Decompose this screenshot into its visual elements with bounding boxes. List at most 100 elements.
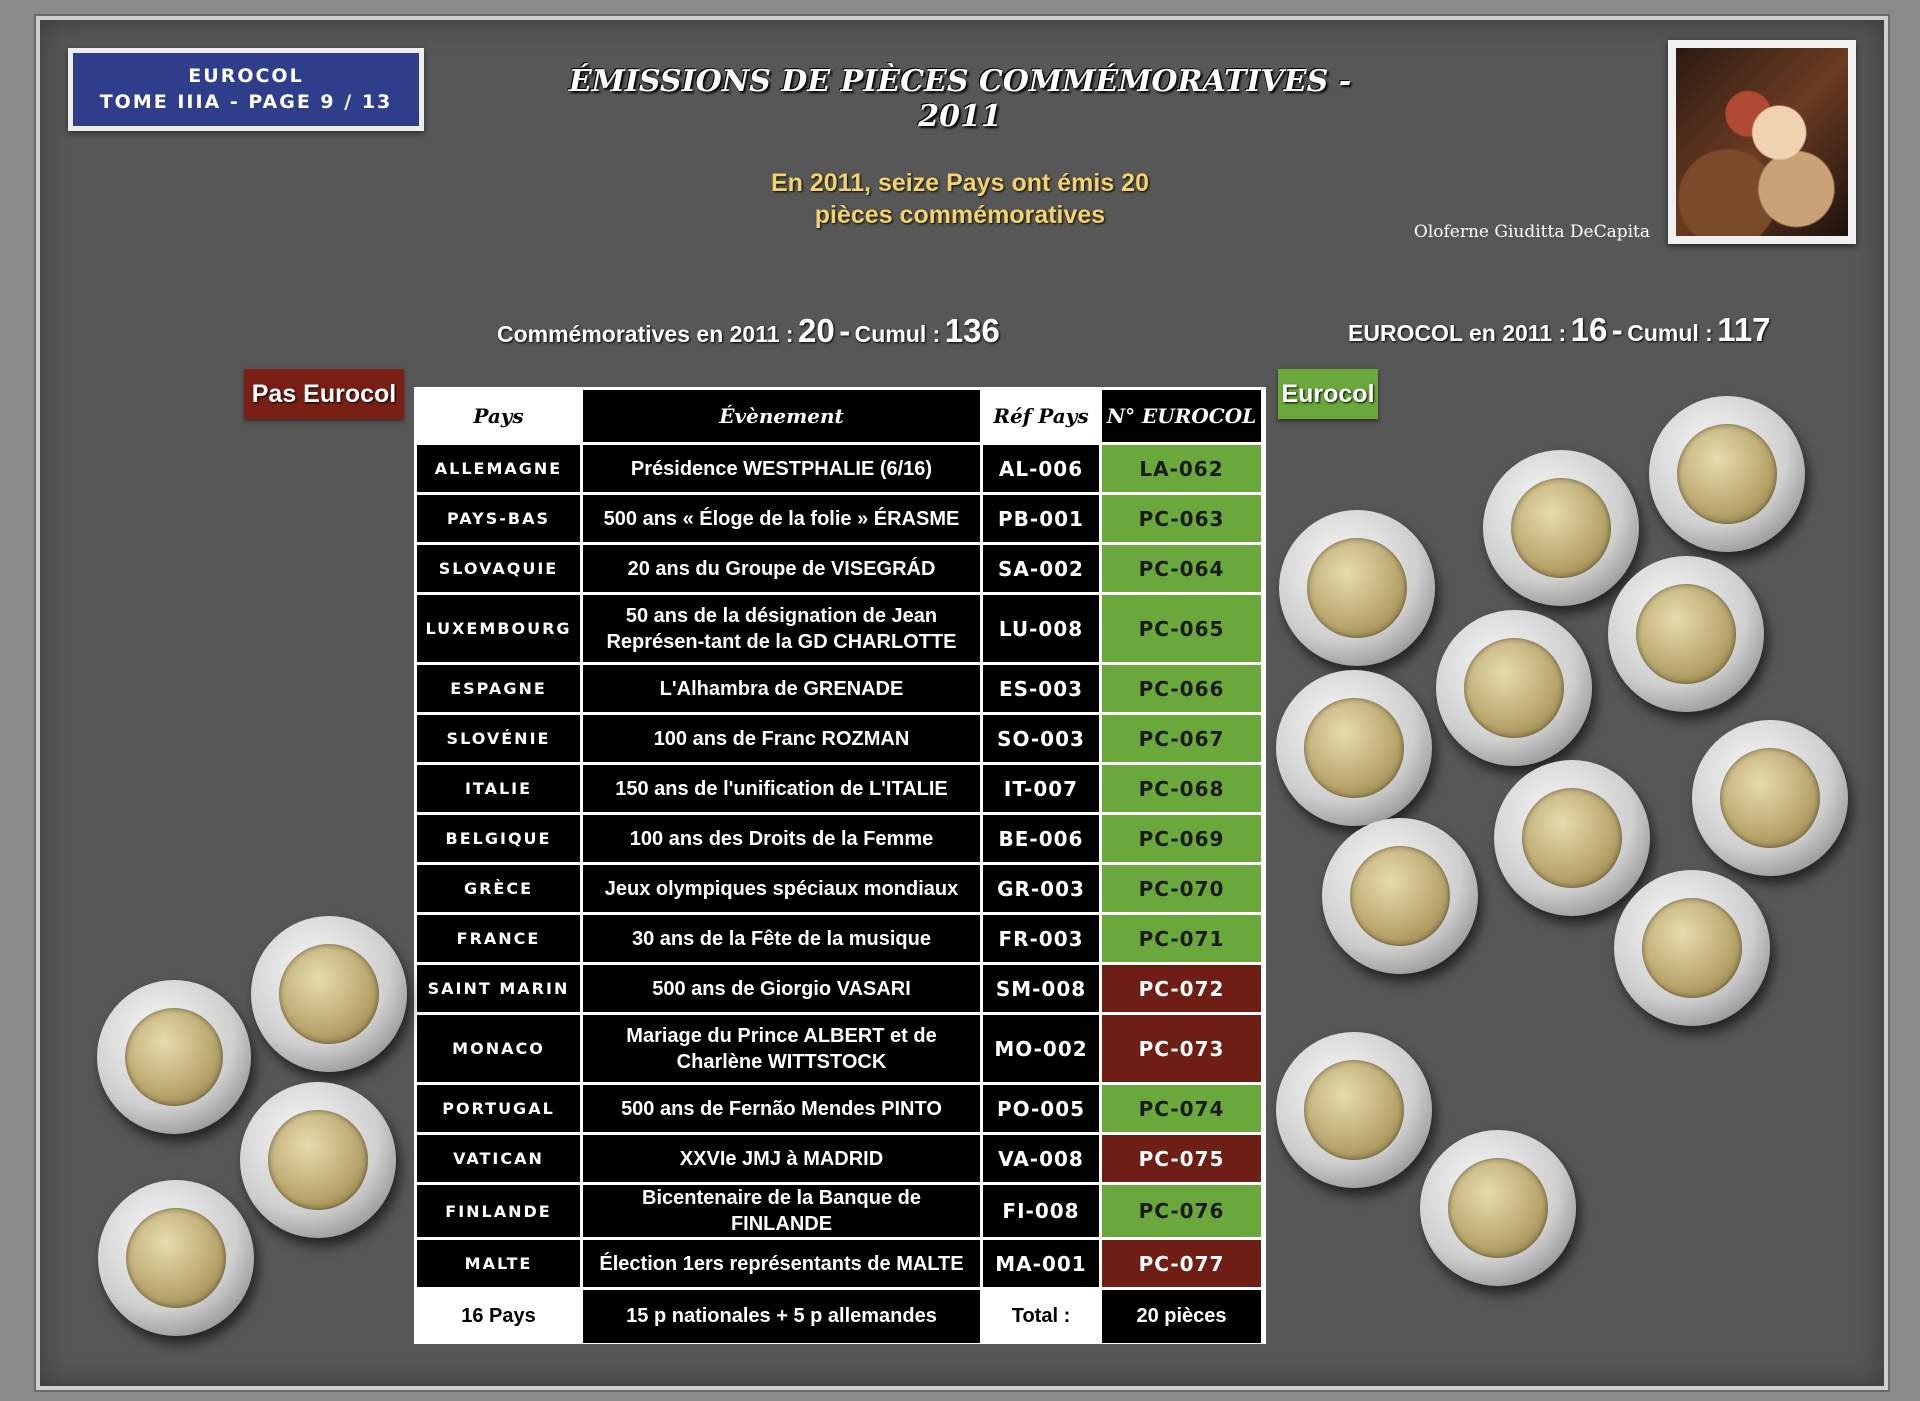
subtitle-line2: pièces commémoratives [814,201,1106,229]
table-row: ITALIE 150 ans de l'unification de L'ITAL… [417,765,1261,812]
coin-pays-bas-image [1483,450,1639,606]
stats-left-sep: - [839,312,851,349]
event-cell: 500 ans de Fernão Mendes PINTO [583,1085,980,1132]
eurocol-code-cell: PC-068 [1102,765,1261,812]
table-row: ESPAGNE L'Alhambra de GRENADE ES-003 PC-066 [417,665,1261,712]
header-ref-pays: Réf Pays [983,390,1099,442]
event-cell: Bicentenaire de la Banque de FINLANDE [583,1185,980,1237]
country-cell: SLOVAQUIE [417,545,580,592]
coin-espagne-image [1436,610,1592,766]
table-row: FINLANDE Bicentenaire de la Banque de FIN… [417,1185,1261,1237]
header-evenement: Évènement [583,390,980,442]
tome-line1: EUROCOL [188,65,304,87]
table-row: PORTUGAL 500 ans de Fernão Mendes PINTO PO… [417,1085,1261,1132]
stats-right-sep: - [1611,311,1623,348]
ref-cell: SA-002 [983,545,1099,592]
ref-cell: FR-003 [983,915,1099,962]
ref-cell: ES-003 [983,665,1099,712]
painting-image [1676,48,1848,236]
country-cell: FINLANDE [417,1185,580,1237]
table-row: SLOVÉNIE 100 ans de Franc ROZMAN SO-003 PC-… [417,715,1261,762]
eurocol-code-cell: PC-065 [1102,595,1261,662]
table-row: ALLEMAGNE Présidence WESTPHALIE (6/16) AL-… [417,445,1261,492]
eurocol-code-cell: PC-070 [1102,865,1261,912]
coin-portugal-image [1276,1032,1432,1188]
ref-cell: MA-001 [983,1240,1099,1287]
eurocol-code-cell: PC-063 [1102,495,1261,542]
country-cell: VATICAN [417,1135,580,1182]
stats-left-value: 20 [798,312,835,349]
table-row: LUXEMBOURG 50 ans de la désignation de Je… [417,595,1261,662]
country-cell: ESPAGNE [417,665,580,712]
event-cell: Jeux olympiques spéciaux mondiaux [583,865,980,912]
eurocol-code-cell: PC-076 [1102,1185,1261,1237]
header-num-eurocol: N° EUROCOL [1102,390,1261,442]
eurocol-code-cell: PC-064 [1102,545,1261,592]
event-cell: Mariage du Prince ALBERT et de Charlène … [583,1015,980,1082]
portrait-image [1668,40,1856,244]
ref-cell: IT-007 [983,765,1099,812]
ref-cell: VA-008 [983,1135,1099,1182]
ref-cell: SM-008 [983,965,1099,1012]
country-cell: ITALIE [417,765,580,812]
event-cell: 50 ans de la désignation de Jean Représe… [583,595,980,662]
stats-left-cumul-label: Cumul : [854,321,941,347]
coin-monaco-image [97,980,251,1134]
coin-malte-image [98,1180,254,1336]
eurocol-code-cell: PC-067 [1102,715,1261,762]
country-cell: PAYS-BAS [417,495,580,542]
footer-total-label: Total : [983,1290,1099,1343]
ref-cell: GR-003 [983,865,1099,912]
table-row: SLOVAQUIE 20 ans du Groupe de VISEGRÁD SA-… [417,545,1261,592]
event-cell: L'Alhambra de GRENADE [583,665,980,712]
stats-right-cumul-value: 117 [1717,311,1771,348]
country-cell: PORTUGAL [417,1085,580,1132]
event-cell: Présidence WESTPHALIE (6/16) [583,445,980,492]
stats-left-label: Commémoratives en 2011 : [497,321,794,347]
header-pays: Pays [417,390,580,442]
page-title: ÉMISSIONS DE PIÈCES COMMÉMORATIVES - 201… [568,64,1352,134]
event-cell: Élection 1ers représentants de MALTE [583,1240,980,1287]
eurocol-code-cell: PC-075 [1102,1135,1261,1182]
table-footer-row: 16 Pays 15 p nationales + 5 p allemandes… [417,1290,1261,1343]
tome-label: EUROCOL TOME IIIA - PAGE 9 / 13 [68,48,424,131]
country-cell: GRÈCE [417,865,580,912]
ref-cell: AL-006 [983,445,1099,492]
coin-saint-marin-image [251,916,407,1072]
stats-eurocol: EUROCOL en 2011 : 16 - Cumul : 117 [1348,311,1771,349]
eurocol-code-cell: PC-066 [1102,665,1261,712]
eurocol-code-cell: PC-072 [1102,965,1261,1012]
tag-eurocol: Eurocol [1278,369,1378,419]
ref-cell: LU-008 [983,595,1099,662]
country-cell: MALTE [417,1240,580,1287]
event-cell: XXVIe JMJ à MADRID [583,1135,980,1182]
footer-pays: 16 Pays [417,1290,580,1343]
country-cell: ALLEMAGNE [417,445,580,492]
ref-cell: PO-005 [983,1085,1099,1132]
country-cell: SLOVÉNIE [417,715,580,762]
coin-allemagne-image [1649,396,1805,552]
coin-belgique-image [1494,760,1650,916]
portrait-caption: Oloferne Giuditta DeCapita [1413,222,1650,242]
eurocol-code-cell: PC-073 [1102,1015,1261,1082]
table-row: VATICAN XXVIe JMJ à MADRID VA-008 PC-075 [417,1135,1261,1182]
coin-finlande-image [1420,1130,1576,1286]
table-row: SAINT MARIN 500 ans de Giorgio VASARI SM-0… [417,965,1261,1012]
event-cell: 150 ans de l'unification de L'ITALIE [583,765,980,812]
tag-pas-eurocol: Pas Eurocol [244,369,404,419]
country-cell: MONACO [417,1015,580,1082]
event-cell: 20 ans du Groupe de VISEGRÁD [583,545,980,592]
eurocol-code-cell: PC-069 [1102,815,1261,862]
ref-cell: FI-008 [983,1185,1099,1237]
table-row: MALTE Élection 1ers représentants de MALT… [417,1240,1261,1287]
stats-right-label: EUROCOL en 2011 : [1348,320,1567,346]
coin-france-image [1614,870,1770,1026]
coin-italie-image [1692,720,1848,876]
table-row: BELGIQUE 100 ans des Droits de la Femme BE… [417,815,1261,862]
ref-cell: MO-002 [983,1015,1099,1082]
coin-grece-image [1322,818,1478,974]
table-header-row: Pays Évènement Réf Pays N° EUROCOL [417,390,1261,442]
country-cell: FRANCE [417,915,580,962]
ref-cell: SO-003 [983,715,1099,762]
coin-luxembourg-image [1608,556,1764,712]
